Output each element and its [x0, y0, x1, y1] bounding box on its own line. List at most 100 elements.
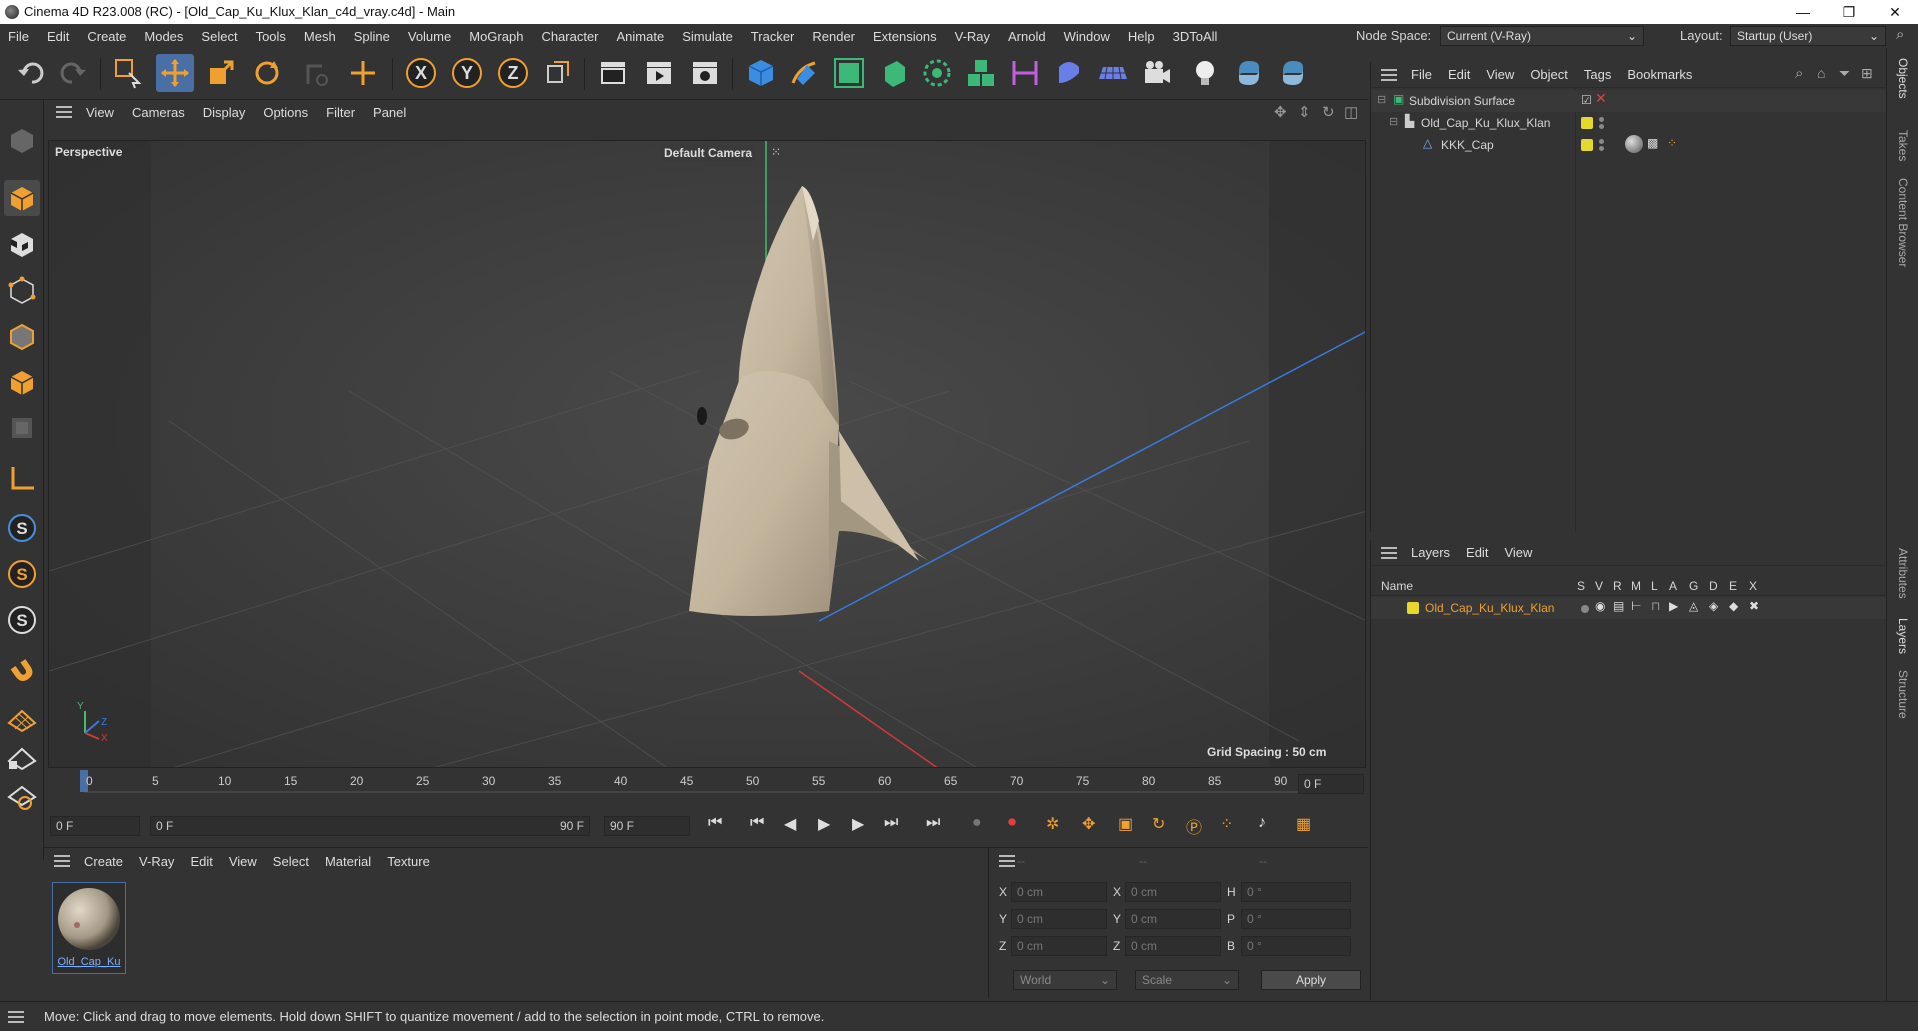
layer-row[interactable]: Old_Cap_Ku_Klux_Klan ◉ ▤ ⊢ ⊓ ▶ ◬ ◈ ◆ ✖ — [1371, 597, 1887, 619]
menu-animate[interactable]: Animate — [617, 29, 665, 44]
start-frame-field[interactable]: 0 F — [50, 816, 140, 836]
sound-icon[interactable]: ♪ — [1258, 814, 1266, 832]
tab-takes[interactable]: Takes — [1896, 130, 1910, 161]
menu-volume[interactable]: Volume — [408, 29, 451, 44]
vray-tag-icon[interactable]: ⁘ — [1667, 136, 1677, 150]
cloner-button[interactable] — [918, 54, 956, 92]
current-frame-field[interactable]: 0 F — [1298, 774, 1364, 794]
snap-button-2[interactable]: S — [4, 556, 40, 592]
menu-create[interactable]: Create — [87, 29, 126, 44]
viewport-dolly-icon[interactable]: ⇕ — [1298, 103, 1311, 121]
menu-tracker[interactable]: Tracker — [751, 29, 795, 44]
move-tool-button[interactable] — [156, 54, 194, 92]
menu-render[interactable]: Render — [812, 29, 855, 44]
edges-mode-button[interactable] — [4, 318, 40, 354]
coordinate-system-button[interactable] — [538, 54, 576, 92]
menu-spline[interactable]: Spline — [354, 29, 390, 44]
menu-mograph[interactable]: MoGraph — [469, 29, 523, 44]
search-icon[interactable]: ⌕ — [1896, 26, 1904, 43]
tab-objects[interactable]: Objects — [1896, 58, 1910, 99]
lock-icon[interactable]: ⊓ — [1651, 599, 1660, 613]
viewport-menu-panel[interactable]: Panel — [373, 105, 406, 120]
uv-mode-button[interactable] — [4, 410, 40, 446]
locked-workplane-button[interactable] — [4, 740, 40, 776]
object-row-subdivision[interactable]: ⊟ ▣ Subdivision Surface ☑ ✕ — [1371, 90, 1887, 112]
menu-extensions[interactable]: Extensions — [873, 29, 937, 44]
visible-eye-icon[interactable]: ◉ — [1595, 599, 1605, 613]
end-frame-field[interactable]: 90 F — [604, 816, 690, 836]
key-rotation-icon[interactable]: ↻ — [1152, 814, 1165, 834]
maximize-button[interactable]: ❐ — [1826, 0, 1872, 24]
expressions-icon[interactable]: ◆ — [1729, 599, 1738, 613]
record-icon[interactable]: ● — [972, 814, 982, 832]
live-selection-button[interactable] — [108, 54, 146, 92]
object-name-subdivision[interactable]: Subdivision Surface — [1409, 94, 1515, 108]
python-script-button[interactable] — [1274, 54, 1312, 92]
menu-edit[interactable]: Edit — [47, 29, 69, 44]
object-menu-tags[interactable]: Tags — [1584, 67, 1611, 82]
material-menu-view[interactable]: View — [229, 854, 257, 869]
animation-play-icon[interactable]: ▶ — [1669, 599, 1678, 613]
viewport-hamburger-icon[interactable] — [56, 106, 72, 118]
snap-button-3[interactable]: S — [4, 602, 40, 638]
tab-attributes[interactable]: Attributes — [1896, 548, 1910, 599]
edit-check-icon[interactable]: ☑ — [1581, 93, 1592, 107]
object-name-cap-null[interactable]: Old_Cap_Ku_Klux_Klan — [1421, 116, 1550, 130]
coord-mode-dropdown[interactable]: Scale ⌄ — [1135, 970, 1239, 990]
render-picture-viewer-button[interactable] — [640, 54, 678, 92]
layer-hamburger-icon[interactable] — [1381, 546, 1397, 559]
tab-layers[interactable]: Layers — [1896, 618, 1910, 654]
material-menu-select[interactable]: Select — [273, 854, 309, 869]
render-settings-button[interactable] — [686, 54, 724, 92]
menu-help[interactable]: Help — [1128, 29, 1155, 44]
object-menu-file[interactable]: File — [1411, 67, 1432, 82]
close-button[interactable]: ✕ — [1872, 0, 1918, 24]
pen-spline-button[interactable] — [786, 54, 824, 92]
object-menu-view[interactable]: View — [1486, 67, 1514, 82]
render-view-button[interactable] — [594, 54, 632, 92]
layer-menu-edit[interactable]: Edit — [1466, 545, 1488, 560]
coord-space-dropdown[interactable]: World ⌄ — [1013, 970, 1117, 990]
material-swatch[interactable]: Old_Cap_Ku — [52, 882, 126, 974]
solo-icon[interactable] — [1581, 605, 1589, 613]
node-space-dropdown[interactable]: Current (V-Ray) ⌄ — [1440, 26, 1644, 46]
menu-modes[interactable]: Modes — [144, 29, 183, 44]
material-menu-edit[interactable]: Edit — [190, 854, 212, 869]
material-menu-texture[interactable]: Texture — [387, 854, 430, 869]
rotation-b-field[interactable]: 0 ° — [1241, 936, 1351, 956]
deformers-icon[interactable]: ◈ — [1709, 599, 1718, 613]
viewport-menu-cameras[interactable]: Cameras — [132, 105, 185, 120]
texture-tag-icon[interactable]: ▩ — [1647, 136, 1658, 150]
key-pla-icon[interactable]: ⁘ — [1220, 814, 1233, 834]
x-axis-button[interactable]: X — [402, 54, 440, 92]
mograph-button[interactable] — [962, 54, 1000, 92]
layer-name[interactable]: Old_Cap_Ku_Klux_Klan — [1425, 601, 1554, 615]
floor-button[interactable] — [1094, 54, 1132, 92]
menu-window[interactable]: Window — [1064, 29, 1110, 44]
layer-color-swatch[interactable] — [1581, 139, 1593, 151]
timeline[interactable]: 0 5 10 15 20 25 30 35 40 45 50 55 60 65 70 75 80 85 90 0 F — [44, 768, 1368, 804]
recent-tools-button[interactable] — [296, 54, 334, 92]
generators-icon[interactable]: ◬ — [1689, 599, 1698, 613]
points-mode-button[interactable] — [4, 272, 40, 308]
previous-key-icon[interactable]: ⏮ — [750, 814, 764, 832]
render-dot-icon[interactable] — [1599, 124, 1604, 129]
manager-icon[interactable]: ⊢ — [1631, 599, 1641, 613]
subdivision-surface-button[interactable] — [830, 54, 868, 92]
key-parameter-icon[interactable]: Ⓟ — [1186, 814, 1202, 838]
object-search-icon[interactable]: ⌕ — [1795, 65, 1803, 82]
grid-button[interactable] — [4, 700, 40, 736]
visibility-dot-icon[interactable] — [1599, 139, 1604, 144]
deformer-button[interactable] — [1006, 54, 1044, 92]
layer-color-swatch[interactable] — [1407, 602, 1419, 614]
render-off-icon[interactable]: ✕ — [1595, 90, 1607, 107]
viewport-rotate-icon[interactable]: ↻ — [1322, 103, 1335, 121]
light-button[interactable] — [1186, 54, 1224, 92]
menu-character[interactable]: Character — [541, 29, 598, 44]
create-tool-button[interactable] — [344, 54, 382, 92]
render-dot-icon[interactable] — [1599, 146, 1604, 151]
texture-mode-button[interactable] — [4, 226, 40, 262]
autokey-icon[interactable]: ⏺ — [1008, 814, 1016, 832]
object-name-kkk-cap[interactable]: KKK_Cap — [1441, 138, 1494, 152]
menu-3dtoall[interactable]: 3DToAll — [1173, 29, 1218, 44]
